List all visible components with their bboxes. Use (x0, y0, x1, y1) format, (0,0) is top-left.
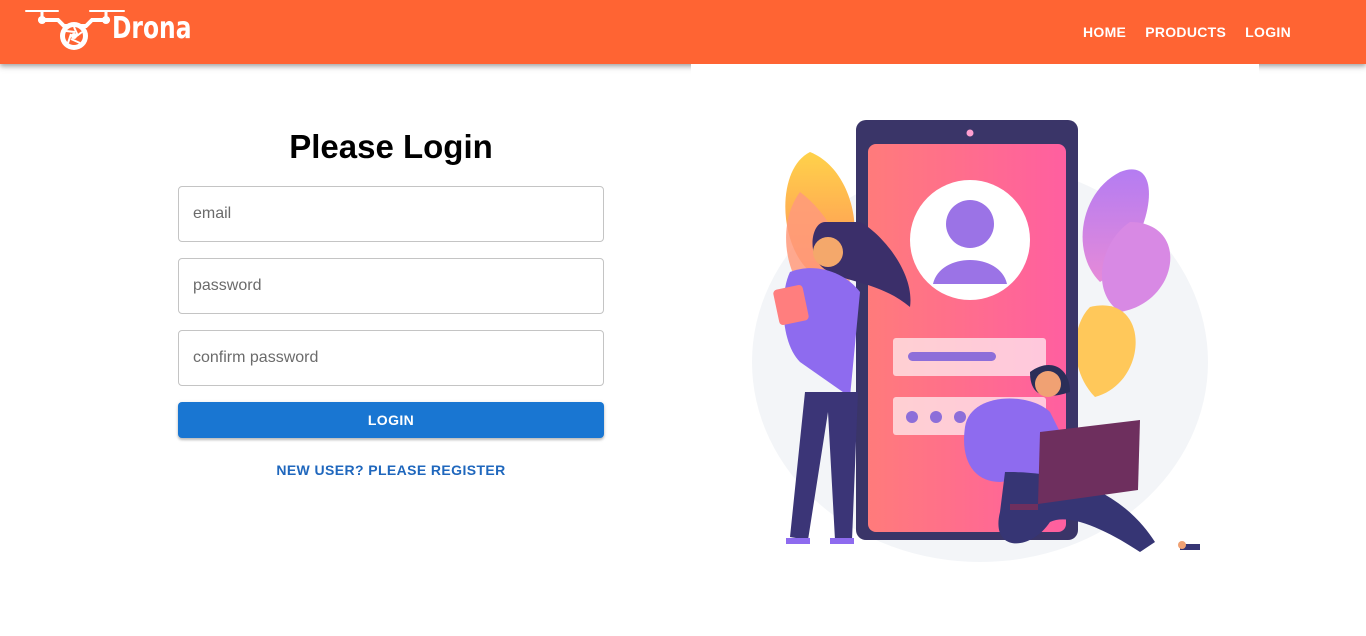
main-nav: HOME PRODUCTS LOGIN (1064, 0, 1291, 64)
register-link[interactable]: NEW USER? PLEASE REGISTER (178, 462, 604, 478)
confirm-password-field (178, 330, 604, 386)
brand-name: Drona (112, 11, 192, 46)
nav-products[interactable]: PRODUCTS (1145, 24, 1226, 40)
email-input[interactable] (179, 187, 603, 241)
phone-camera-icon (966, 129, 974, 137)
brand-home-link[interactable]: Drona (24, 8, 191, 54)
login-button[interactable]: LOGIN (178, 402, 604, 438)
mobile-login-illustration (752, 120, 1208, 562)
nav-login[interactable]: LOGIN (1245, 24, 1291, 40)
email-field (178, 186, 604, 242)
app-bar: Drona HOME PRODUCTS LOGIN (0, 0, 1366, 64)
password-input[interactable] (179, 259, 603, 313)
page-title: Please Login (289, 128, 493, 165)
confirm-password-input[interactable] (179, 331, 603, 385)
password-field (178, 258, 604, 314)
nav-home[interactable]: HOME (1083, 24, 1126, 40)
